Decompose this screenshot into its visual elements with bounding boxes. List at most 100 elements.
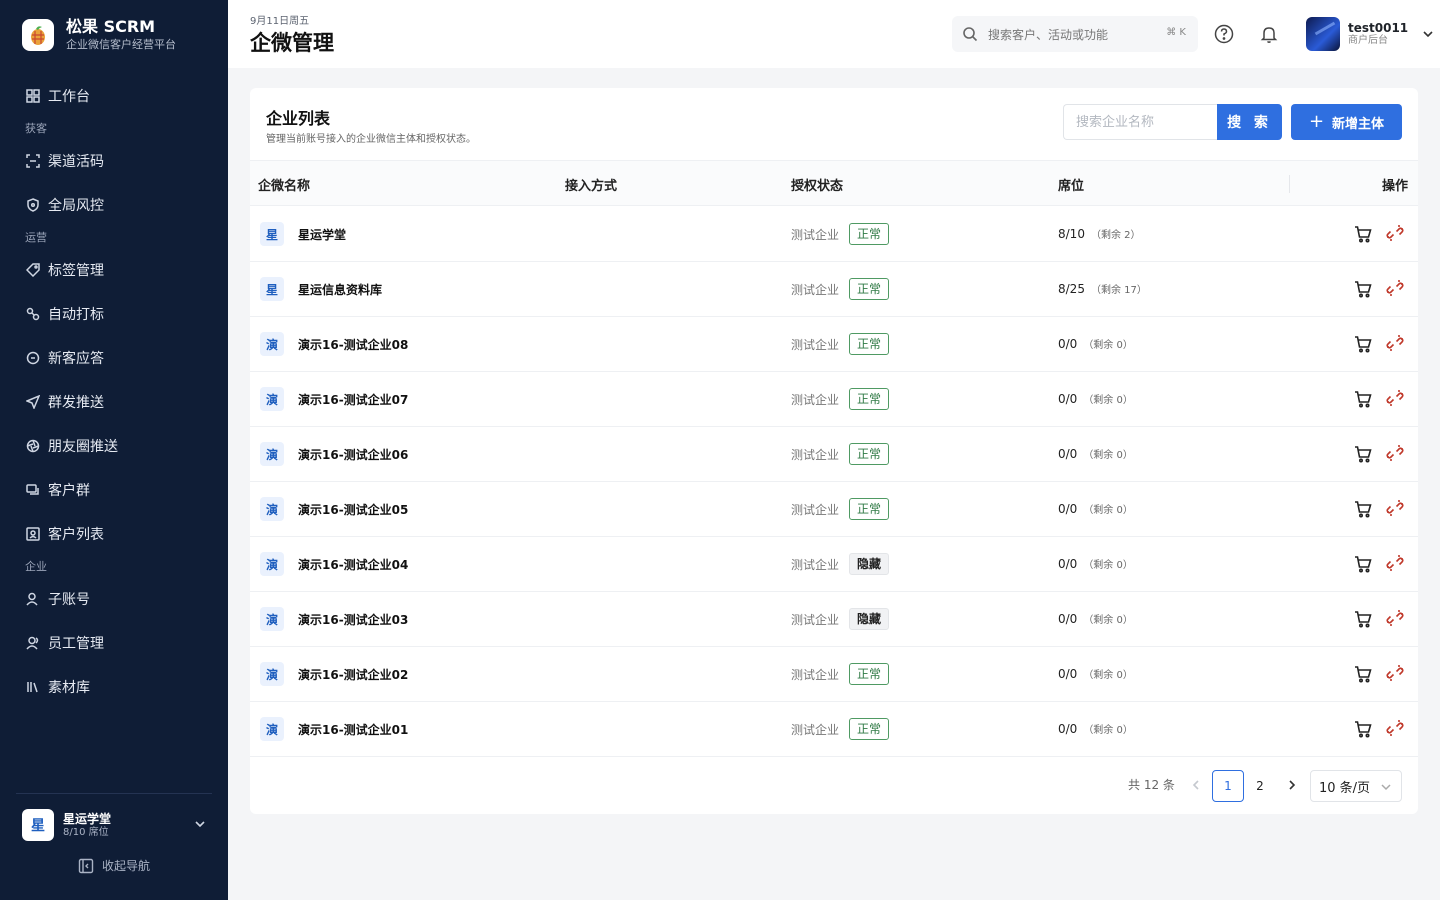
sidebar-item-channel-code[interactable]: 渠道活码: [0, 139, 228, 183]
enterprise-type: 测试企业: [791, 448, 840, 462]
enterprise-type: 测试企业: [791, 723, 840, 737]
unlink-icon[interactable]: [1385, 443, 1405, 463]
seat-remaining: （剩余 0）: [1083, 340, 1133, 351]
aperture-icon: [26, 439, 40, 453]
seat-usage: 0/0 （剩余 0）: [1058, 666, 1133, 681]
unlink-icon[interactable]: [1385, 553, 1405, 573]
unlink-icon[interactable]: [1385, 718, 1405, 738]
sidebar-item-sub-account[interactable]: 子账号: [0, 577, 228, 621]
sidebar-item-welcome-reply[interactable]: 新客应答: [0, 336, 228, 380]
unlink-icon[interactable]: [1385, 333, 1405, 353]
sidebar-item-label: 自动打标: [48, 307, 104, 323]
search-button[interactable]: 搜 索: [1217, 104, 1282, 140]
brand[interactable]: 松果 SCRM 企业微信客户经营平台: [22, 17, 176, 53]
sidebar-item-tag-manage[interactable]: 标签管理: [0, 248, 228, 292]
page-button-1[interactable]: 1: [1212, 770, 1244, 802]
enterprise-avatar: 演: [260, 442, 284, 466]
sidebar-item-customer-list[interactable]: 客户列表: [0, 512, 228, 556]
cart-icon[interactable]: [1353, 389, 1373, 409]
unlink-icon[interactable]: [1385, 278, 1405, 298]
column-header-access: 接入方式: [565, 179, 618, 194]
sidebar-item-label: 群发推送: [48, 395, 104, 411]
seat-remaining: （剩余 0）: [1083, 505, 1133, 516]
enterprise-type: 测试企业: [791, 613, 840, 627]
collapse-nav-button[interactable]: 收起导航: [78, 857, 150, 874]
seat-count: 8/10: [1058, 227, 1085, 241]
sidebar-item-label: 全局风控: [48, 198, 104, 214]
unlink-icon[interactable]: [1385, 388, 1405, 408]
tenant-switcher[interactable]: 星 星运学堂 8/10 席位: [22, 809, 212, 841]
sidebar-item-moments-push[interactable]: 朋友圈推送: [0, 424, 228, 468]
status-badge: 正常: [849, 718, 890, 740]
cart-icon[interactable]: [1353, 499, 1373, 519]
enterprise-name: 演示16-测试企业02: [298, 668, 409, 682]
user-menu[interactable]: test0011 商户后台: [1306, 16, 1434, 52]
brand-subtitle: 企业微信客户经营平台: [66, 38, 176, 51]
enterprise-type: 测试企业: [791, 668, 840, 682]
chevron-down-icon: [1381, 784, 1391, 791]
status-badge: 正常: [849, 333, 890, 355]
cart-icon[interactable]: [1353, 279, 1373, 299]
users-icon: [26, 636, 39, 650]
unlink-icon[interactable]: [1385, 498, 1405, 518]
avatar: [1306, 17, 1340, 51]
table-row: 演演示16-测试企业02 测试企业 正常 0/0 （剩余 0）: [250, 647, 1418, 702]
brand-title: 松果 SCRM: [66, 17, 156, 36]
cart-icon[interactable]: [1353, 609, 1373, 629]
cart-icon[interactable]: [1353, 554, 1373, 574]
collapse-nav-label: 收起导航: [102, 859, 151, 873]
cart-icon[interactable]: [1353, 664, 1373, 684]
cart-icon[interactable]: [1353, 224, 1373, 244]
table-row: 演演示16-测试企业07 测试企业 正常 0/0 （剩余 0）: [250, 372, 1418, 427]
help-icon[interactable]: [1214, 24, 1234, 44]
seat-remaining: （剩余 0）: [1083, 670, 1133, 681]
sidebar-item-risk-control[interactable]: 全局风控: [0, 183, 228, 227]
seat-usage: 0/0 （剩余 0）: [1058, 501, 1133, 516]
column-header-auth: 授权状态: [791, 179, 844, 194]
nav-group-acquire: 获客: [25, 122, 47, 135]
cart-icon[interactable]: [1353, 444, 1373, 464]
table-row: 星星运学堂 测试企业 正常 8/10 （剩余 2）: [250, 207, 1418, 262]
sidebar-item-material-lib[interactable]: 素材库: [0, 665, 228, 709]
global-search[interactable]: 搜索客户、活动或功能 ⌘ K: [952, 16, 1198, 52]
sidebar-item-customer-group[interactable]: 客户群: [0, 468, 228, 512]
status-badge: 隐藏: [849, 553, 890, 575]
enterprise-avatar: 演: [260, 497, 284, 521]
nav-group-operate: 运营: [25, 231, 47, 244]
enterprise-name: 演示16-测试企业03: [298, 613, 409, 627]
column-header-name: 企微名称: [258, 179, 311, 194]
cart-icon[interactable]: [1353, 334, 1373, 354]
enterprise-search-input[interactable]: [1063, 104, 1218, 140]
add-entity-button[interactable]: + 新增主体: [1291, 104, 1402, 140]
column-header-seat: 席位: [1058, 179, 1085, 194]
cart-icon[interactable]: [1353, 719, 1373, 739]
status-badge: 隐藏: [849, 608, 890, 630]
seat-remaining: （剩余 2）: [1090, 230, 1141, 241]
enterprise-type: 测试企业: [791, 393, 840, 407]
page-button-2[interactable]: 2: [1244, 770, 1276, 802]
sidebar-item-label: 员工管理: [48, 636, 104, 652]
seat-count: 0/0: [1058, 722, 1078, 736]
sidebar-item-label: 新客应答: [48, 351, 104, 367]
seat-usage: 8/25 （剩余 17）: [1058, 281, 1147, 296]
unlink-icon[interactable]: [1385, 663, 1405, 683]
sidebar-item-staff-manage[interactable]: 员工管理: [0, 621, 228, 665]
unlink-icon[interactable]: [1385, 608, 1405, 628]
sidebar-item-label: 子账号: [48, 592, 90, 608]
unlink-icon[interactable]: [1385, 223, 1405, 243]
chevron-left-icon[interactable]: [1189, 778, 1203, 792]
chevron-right-icon[interactable]: [1285, 778, 1299, 792]
enterprise-avatar: 演: [260, 552, 284, 576]
sidebar-item-auto-tag[interactable]: 自动打标: [0, 292, 228, 336]
page-size-select[interactable]: 10 条/页: [1310, 770, 1402, 802]
sidebar-item-workbench[interactable]: 工作台: [0, 74, 228, 118]
enterprise-type: 测试企业: [791, 228, 840, 242]
shield-icon: [27, 198, 39, 212]
bell-icon[interactable]: [1259, 24, 1279, 44]
sidebar-item-group-push[interactable]: 群发推送: [0, 380, 228, 424]
tenant-avatar: 星: [22, 809, 54, 841]
seat-remaining: （剩余 0）: [1083, 615, 1133, 626]
column-header-ops: 操作: [1382, 179, 1409, 194]
table-row: 演演示16-测试企业04 测试企业 隐藏 0/0 （剩余 0）: [250, 537, 1418, 592]
table-header: 企微名称 接入方式 授权状态 席位 操作: [250, 160, 1418, 206]
